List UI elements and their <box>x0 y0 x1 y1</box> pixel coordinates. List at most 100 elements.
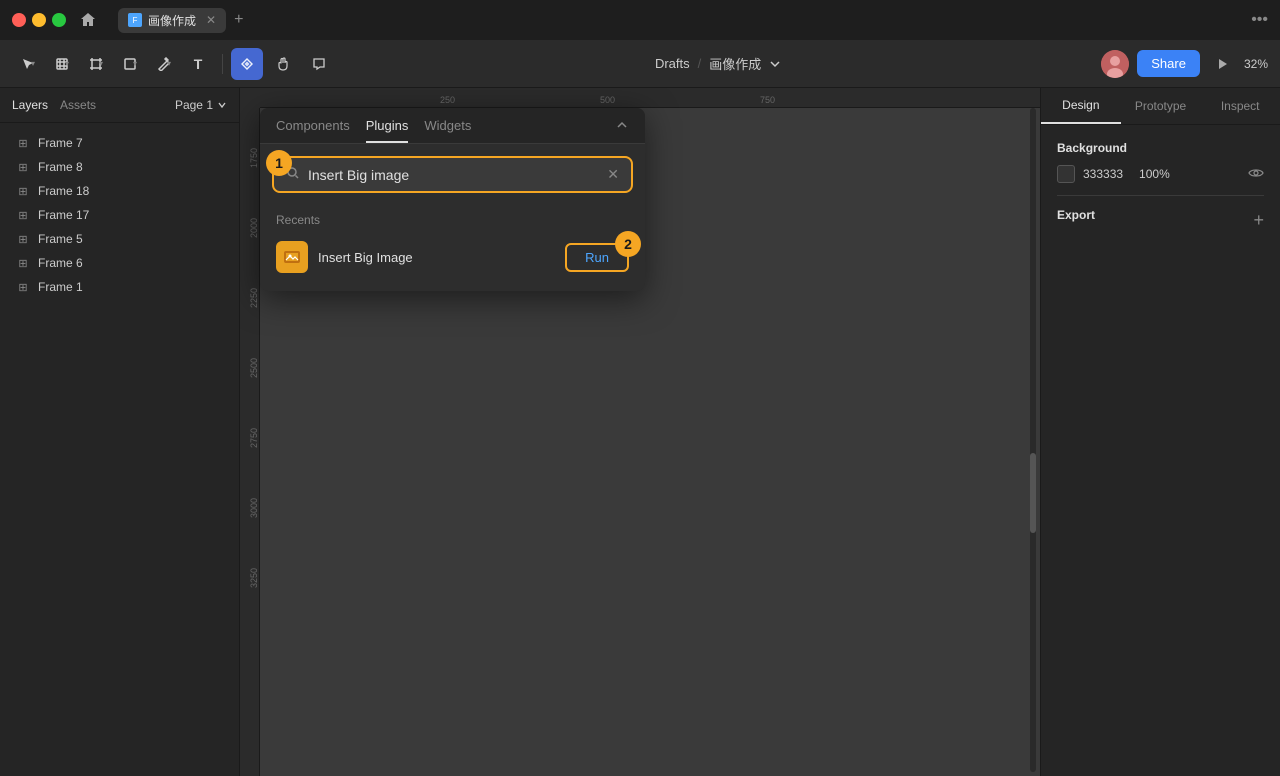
text-tool[interactable]: T <box>182 48 214 80</box>
home-button[interactable] <box>74 6 102 34</box>
widgets-tab[interactable]: Widgets <box>424 118 471 143</box>
export-row: Export + <box>1057 208 1264 232</box>
page-chevron-icon <box>217 100 227 110</box>
maximize-button[interactable] <box>52 13 66 27</box>
ruler-mark: 250 <box>440 95 455 107</box>
collapse-button[interactable] <box>615 118 629 143</box>
plugin-name: Insert Big Image <box>318 250 555 265</box>
annotation-1: 1 <box>266 150 292 176</box>
components-tab[interactable]: Components <box>276 118 350 143</box>
layer-name: Frame 7 <box>38 136 83 150</box>
right-panel: Design Prototype Inspect Background 3333… <box>1040 88 1280 776</box>
color-value[interactable]: 333333 <box>1083 167 1123 181</box>
more-menu-button[interactable]: ••• <box>1251 11 1268 29</box>
ruler-vmark: 2250 <box>249 288 259 308</box>
tab-icon: F <box>128 13 142 27</box>
layer-name: Frame 6 <box>38 256 83 270</box>
page-name: Page 1 <box>175 98 213 112</box>
layer-item[interactable]: ⊞ Frame 17 <box>0 203 239 227</box>
plugin-search-input[interactable] <box>308 167 599 183</box>
hand-tool[interactable] <box>267 48 299 80</box>
search-box-container: 1 ✕ <box>260 144 645 205</box>
color-swatch[interactable] <box>1057 165 1075 183</box>
ruler-horizontal: 250 500 750 <box>260 88 1040 108</box>
ruler-corner <box>240 88 260 108</box>
breadcrumb-drafts[interactable]: Drafts <box>655 56 690 71</box>
right-panel-content: Background 333333 100% Export + <box>1041 125 1280 248</box>
ruler-vertical: 1750 2000 2250 2500 2750 3000 3250 <box>240 88 260 776</box>
recents-label: Recents <box>276 213 629 227</box>
pen-tool[interactable]: ▾ <box>148 48 180 80</box>
window-controls <box>12 13 66 27</box>
scrollbar-thumb[interactable] <box>1030 453 1036 533</box>
layer-item[interactable]: ⊞ Frame 7 <box>0 131 239 155</box>
frame-icon: ⊞ <box>16 209 30 222</box>
chevron-down-icon[interactable] <box>769 58 781 70</box>
color-row: 333333 100% <box>1057 165 1264 183</box>
title-bar: F 画像作成 ✕ + ••• <box>0 0 1280 40</box>
frame-icon: ⊞ <box>16 185 30 198</box>
toolbar-right: Share 32% <box>1101 50 1268 78</box>
shape-tool[interactable]: ▾ <box>114 48 146 80</box>
ruler-mark: 500 <box>600 95 615 107</box>
add-tab-button[interactable]: + <box>230 11 247 29</box>
assets-tab[interactable]: Assets <box>60 96 96 114</box>
layer-item[interactable]: ⊞ Frame 8 <box>0 155 239 179</box>
canvas-area[interactable]: 250 500 750 1750 2000 2250 2500 2750 300… <box>240 88 1040 776</box>
plugins-panel-tabs: Components Plugins Widgets <box>260 108 645 144</box>
toolbar-center: Drafts / 画像作成 <box>339 54 1097 73</box>
tab-label: 画像作成 <box>148 12 196 29</box>
toolbar-separator-1 <box>222 54 223 74</box>
breadcrumb-filename[interactable]: 画像作成 <box>709 54 761 73</box>
components-tool[interactable] <box>231 48 263 80</box>
canvas-scrollbar[interactable] <box>1030 108 1036 772</box>
frame-icon: ⊞ <box>16 137 30 150</box>
frame-tool[interactable]: ▾ <box>80 48 112 80</box>
layer-name: Frame 1 <box>38 280 83 294</box>
close-button[interactable] <box>12 13 26 27</box>
search-clear-icon[interactable]: ✕ <box>607 166 619 183</box>
avatar[interactable] <box>1101 50 1129 78</box>
tab-close-icon[interactable]: ✕ <box>206 13 216 27</box>
prototype-tab[interactable]: Prototype <box>1121 89 1201 123</box>
zoom-indicator[interactable]: 32% <box>1244 57 1268 71</box>
layer-name: Frame 5 <box>38 232 83 246</box>
ruler-vmark: 3000 <box>249 498 259 518</box>
frame-icon: ⊞ <box>16 161 30 174</box>
layer-item[interactable]: ⊞ Frame 5 <box>0 227 239 251</box>
design-tab[interactable]: Design <box>1041 88 1121 124</box>
layer-item[interactable]: ⊞ Frame 1 <box>0 275 239 299</box>
toolbar-tools-left: ▾ ▾ ▾ ▾ <box>12 48 214 80</box>
share-button[interactable]: Share <box>1137 50 1200 77</box>
active-tab[interactable]: F 画像作成 ✕ <box>118 8 226 33</box>
visibility-icon[interactable] <box>1248 166 1264 182</box>
frame-icon: ⊞ <box>16 233 30 246</box>
tab-bar: F 画像作成 ✕ + <box>118 8 1243 33</box>
export-add-button[interactable]: + <box>1253 210 1264 231</box>
minimize-button[interactable] <box>32 13 46 27</box>
inspect-tab[interactable]: Inspect <box>1200 89 1280 123</box>
frame-icon: ⊞ <box>16 257 30 270</box>
layer-item[interactable]: ⊞ Frame 6 <box>0 251 239 275</box>
export-section-title: Export <box>1057 208 1095 222</box>
recents-section: Recents Insert Big Image 2 Run <box>260 205 645 291</box>
layer-item[interactable]: ⊞ Frame 18 <box>0 179 239 203</box>
layer-list: ⊞ Frame 7 ⊞ Frame 8 ⊞ Frame 18 ⊞ Frame 1… <box>0 123 239 307</box>
move-tool[interactable]: ▾ <box>12 48 44 80</box>
search-box: ✕ <box>272 156 633 193</box>
layers-tab[interactable]: Layers <box>12 96 48 114</box>
plugins-tab[interactable]: Plugins <box>366 118 409 143</box>
breadcrumb-separator: / <box>698 56 702 71</box>
comment-tool[interactable] <box>303 48 335 80</box>
background-section-title: Background <box>1057 141 1264 155</box>
right-panel-tabs: Design Prototype Inspect <box>1041 88 1280 125</box>
play-button[interactable] <box>1208 50 1236 78</box>
ruler-vmark: 2500 <box>249 358 259 378</box>
annotation-2: 2 <box>615 231 641 257</box>
layer-name: Frame 18 <box>38 184 89 198</box>
ruler-vmark: 1750 <box>249 148 259 168</box>
scale-tool[interactable]: ▾ <box>46 48 78 80</box>
page-selector[interactable]: Page 1 <box>175 98 227 112</box>
color-opacity[interactable]: 100% <box>1139 167 1170 181</box>
run-btn-container: 2 Run <box>565 243 629 272</box>
